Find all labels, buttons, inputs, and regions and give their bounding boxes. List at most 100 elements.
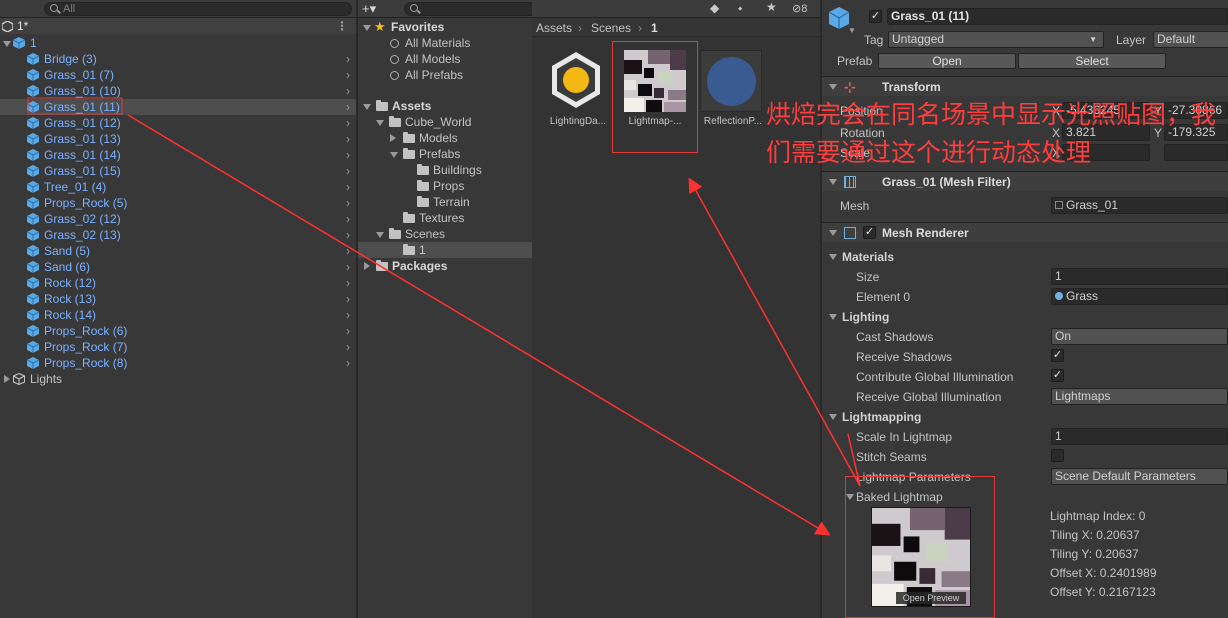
chevron-right-icon[interactable]: › [346, 51, 350, 67]
contribute-gi-checkbox[interactable]: ✓ [1051, 369, 1064, 382]
chevron-right-icon[interactable]: › [346, 131, 350, 147]
lights-row[interactable]: Lights [0, 371, 356, 387]
chevron-right-icon[interactable]: › [346, 67, 350, 83]
layer-dropdown[interactable]: Default [1153, 31, 1228, 48]
active-checkbox[interactable]: ✓ [869, 10, 882, 23]
select-prefab-button[interactable]: Select [1018, 53, 1166, 69]
folder-row[interactable]: Buildings [358, 162, 532, 178]
fav-item[interactable]: All Materials [358, 35, 532, 51]
chevron-right-icon[interactable]: › [346, 179, 350, 195]
chevron-right-icon[interactable]: › [346, 163, 350, 179]
fav-item[interactable]: All Models [358, 51, 532, 67]
mesh-field[interactable]: Grass_01 [1051, 197, 1228, 214]
chevron-right-icon[interactable]: › [346, 355, 350, 371]
expand-icon[interactable] [3, 41, 11, 47]
breadcrumb-item[interactable]: 1 [651, 21, 658, 35]
lightmap-params-dropdown[interactable]: Scene Default Parameters [1051, 468, 1228, 485]
hierarchy-item[interactable]: Grass_02 (13) › [0, 227, 356, 243]
cast-shadows-dropdown[interactable]: On [1051, 328, 1228, 345]
transform-header[interactable]: ⊹ Transform [822, 76, 1228, 96]
chevron-right-icon[interactable]: › [346, 99, 350, 115]
expand-icon[interactable] [829, 230, 837, 236]
tag-dropdown[interactable]: Untagged ▼ [888, 31, 1104, 48]
assets-row[interactable]: Assets [358, 98, 532, 114]
mesh-renderer-header[interactable]: ✓ Mesh Renderer [822, 222, 1228, 242]
hierarchy-item[interactable]: Grass_02 (12) › [0, 211, 356, 227]
hierarchy-item[interactable]: Grass_01 (12) › [0, 115, 356, 131]
hierarchy-item[interactable]: Rock (13) › [0, 291, 356, 307]
expand-icon[interactable] [829, 314, 837, 320]
expand-icon[interactable] [390, 152, 398, 158]
chevron-right-icon[interactable]: › [346, 195, 350, 211]
hierarchy-item[interactable]: Props_Rock (6) › [0, 323, 356, 339]
chevron-right-icon[interactable]: › [346, 275, 350, 291]
expand-icon[interactable] [376, 232, 384, 238]
hidden-icon[interactable]: ⊘8 [792, 2, 807, 15]
hierarchy-item[interactable]: Grass_01 (11) › [0, 99, 356, 115]
expand-icon[interactable] [364, 262, 370, 270]
folder-row[interactable]: Prefabs [358, 146, 532, 162]
receive-shadows-checkbox[interactable]: ✓ [1051, 349, 1064, 362]
receive-gi-dropdown[interactable]: Lightmaps [1051, 388, 1228, 405]
chevron-right-icon[interactable]: › [346, 115, 350, 131]
chevron-right-icon[interactable]: › [346, 227, 350, 243]
expand-icon[interactable] [846, 494, 854, 500]
hierarchy-item[interactable]: Rock (12) › [0, 275, 356, 291]
chevron-right-icon[interactable]: › [346, 83, 350, 99]
chevron-right-icon[interactable]: › [346, 259, 350, 275]
expand-icon[interactable] [829, 254, 837, 260]
chevron-right-icon[interactable]: › [346, 243, 350, 259]
hierarchy-item[interactable]: Grass_01 (14) › [0, 147, 356, 163]
object-name-field[interactable]: Grass_01 (11) [887, 8, 1228, 25]
root-row[interactable]: 1 [0, 35, 356, 51]
lightmap-preview[interactable]: Open Preview [871, 507, 971, 607]
expand-icon[interactable] [829, 414, 837, 420]
scene-menu-icon[interactable]: ⋮ [336, 18, 348, 34]
chevron-right-icon[interactable]: › [346, 291, 350, 307]
packages-row[interactable]: Packages [358, 258, 532, 274]
expand-icon[interactable] [4, 375, 10, 383]
hierarchy-item[interactable]: Grass_01 (10) › [0, 83, 356, 99]
expand-icon[interactable] [829, 84, 837, 90]
lightmap-asset[interactable] [624, 50, 686, 112]
folder-row-selected[interactable]: 1 [358, 242, 532, 258]
expand-icon[interactable] [363, 25, 371, 31]
element0-field[interactable]: Grass [1051, 288, 1228, 305]
hierarchy-item[interactable]: Bridge (3) › [0, 51, 356, 67]
open-preview-button[interactable]: Open Preview [896, 592, 966, 604]
lighting-data-asset[interactable] [544, 48, 608, 112]
expand-icon[interactable] [376, 120, 384, 126]
hierarchy-item[interactable]: Props_Rock (7) › [0, 339, 356, 355]
hierarchy-item[interactable]: Grass_01 (13) › [0, 131, 356, 147]
mesh-filter-header[interactable]: Grass_01 (Mesh Filter) [822, 171, 1228, 191]
folder-row[interactable]: Scenes [358, 226, 532, 242]
folder-row[interactable]: Props [358, 178, 532, 194]
folder-row[interactable]: Textures [358, 210, 532, 226]
hierarchy-item[interactable]: Props_Rock (8) › [0, 355, 356, 371]
breadcrumb-item[interactable]: Assets [536, 21, 572, 35]
favorites-row[interactable]: ★ Favorites [358, 19, 532, 35]
scene-row[interactable]: 1* ⋮ [0, 18, 356, 34]
renderer-enabled-checkbox[interactable]: ✓ [863, 226, 876, 239]
chevron-right-icon[interactable]: › [346, 323, 350, 339]
hierarchy-item[interactable]: Tree_01 (4) › [0, 179, 356, 195]
expand-icon[interactable] [829, 179, 837, 185]
hierarchy-item[interactable]: Props_Rock (5) › [0, 195, 356, 211]
hierarchy-search-input[interactable]: All [44, 2, 352, 16]
add-button[interactable]: +▾ [362, 1, 376, 17]
hierarchy-item[interactable]: Grass_01 (7) › [0, 67, 356, 83]
scale-lightmap-field[interactable]: 1 [1051, 428, 1228, 445]
filter-type-icon[interactable]: ◆ [710, 1, 719, 15]
chevron-right-icon[interactable]: › [346, 211, 350, 227]
tag-icon[interactable]: ⬩ [738, 1, 742, 16]
chevron-right-icon[interactable]: › [346, 339, 350, 355]
star-filter-icon[interactable]: ★ [766, 0, 777, 14]
chevron-down-icon[interactable]: ▼ [848, 26, 856, 35]
hierarchy-item[interactable]: Sand (5) › [0, 243, 356, 259]
breadcrumb-item[interactable]: Scenes [591, 21, 631, 35]
chevron-right-icon[interactable]: › [346, 147, 350, 163]
chevron-right-icon[interactable]: › [346, 307, 350, 323]
open-prefab-button[interactable]: Open [878, 53, 1016, 69]
expand-icon[interactable] [363, 104, 371, 110]
folder-row[interactable]: Cube_World [358, 114, 532, 130]
